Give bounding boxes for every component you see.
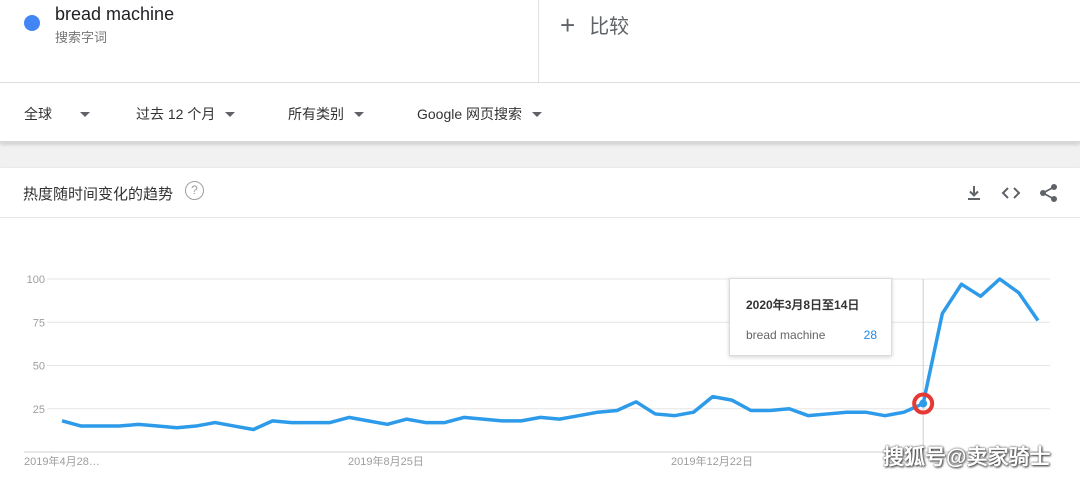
data-tooltip: 2020年3月8日至14日 bread machine 28	[729, 278, 892, 356]
y-tick-label: 100	[27, 274, 45, 286]
x-tick-label: 2019年8月25日	[348, 454, 424, 468]
y-tick-label: 50	[33, 361, 45, 373]
x-tick-label: 2019年12月22日	[671, 454, 753, 468]
tooltip-date: 2020年3月8日至14日	[746, 298, 860, 312]
tooltip-term: bread machine	[746, 328, 826, 342]
tooltip-value: 28	[863, 328, 877, 342]
trend-line-chart: 25 50 75 100 2019年4月28… 2019年8月25日 2019年12月22日	[24, 274, 1050, 468]
highlighted-point[interactable]	[919, 399, 928, 408]
y-tick-label: 75	[33, 317, 45, 329]
watermark: 搜狐号@卖家骑士	[883, 446, 1051, 469]
y-tick-label: 25	[33, 404, 45, 416]
x-tick-label: 2019年4月28…	[24, 454, 100, 468]
